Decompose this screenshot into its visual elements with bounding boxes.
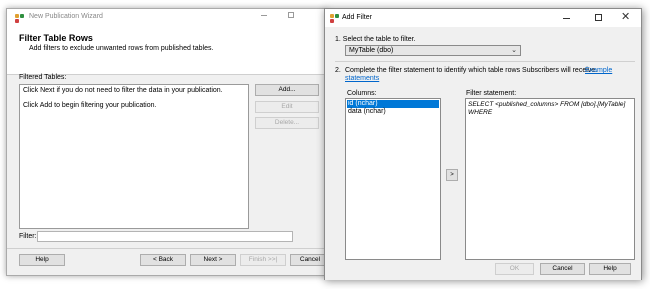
- step2-number: 2.: [335, 67, 341, 74]
- filter-statement-editor[interactable]: SELECT <published_columns> FROM [dbo].[M…: [465, 98, 635, 260]
- close-icon[interactable]: ✕: [621, 11, 630, 23]
- minimize-icon[interactable]: [261, 15, 267, 16]
- step-divider: [335, 61, 635, 62]
- wizard-title: New Publication Wizard: [29, 13, 103, 20]
- minimize-icon[interactable]: [563, 18, 570, 19]
- filtered-tables-hint: Click Next if you do not need to filter …: [23, 87, 223, 94]
- page-title: Filter Table Rows: [19, 33, 93, 43]
- filtered-tables-list[interactable]: Click Next if you do not need to filter …: [19, 84, 249, 229]
- column-item-data[interactable]: data (nchar): [347, 108, 439, 116]
- table-select[interactable]: MyTable (dbo) ⌄: [345, 45, 521, 56]
- back-button[interactable]: < Back: [140, 254, 186, 266]
- next-button[interactable]: Next >: [190, 254, 236, 266]
- example-statements-link[interactable]: statements: [345, 75, 379, 82]
- wizard-cancel-button[interactable]: Cancel: [290, 254, 327, 266]
- column-item-id[interactable]: id (nchar): [347, 100, 439, 108]
- finish-button[interactable]: Finish >>|: [240, 254, 286, 266]
- footer-divider: [7, 248, 327, 249]
- statement-line: WHERE: [468, 109, 493, 116]
- dialog-cancel-button[interactable]: Cancel: [540, 263, 585, 275]
- maximize-icon[interactable]: [595, 14, 602, 21]
- maximize-icon[interactable]: [288, 12, 294, 18]
- dialog-title: Add Filter: [342, 14, 372, 21]
- step2-label: Complete the filter statement to identif…: [345, 67, 598, 74]
- step1-label: 1. Select the table to filter.: [335, 36, 416, 43]
- filter-label: Filter:: [19, 233, 37, 240]
- filtered-tables-hint: Click Add to begin filtering your public…: [23, 102, 157, 109]
- columns-label: Columns:: [347, 90, 377, 97]
- ok-button[interactable]: OK: [495, 263, 534, 275]
- filter-field[interactable]: [37, 231, 293, 242]
- edit-filter-button[interactable]: Edit: [255, 101, 319, 113]
- wizard-titlebar: New Publication Wizard: [7, 9, 327, 27]
- dialog-help-button[interactable]: Help: [589, 263, 631, 275]
- delete-filter-button[interactable]: Delete...: [255, 117, 319, 129]
- app-icon: [15, 14, 24, 23]
- chevron-down-icon: ⌄: [511, 47, 517, 54]
- add-filter-dialog: Add Filter ✕ 1. Select the table to filt…: [324, 8, 642, 280]
- filtered-tables-label: Filtered Tables:: [19, 74, 67, 81]
- table-select-value: MyTable (dbo): [349, 47, 394, 54]
- page-subtitle: Add filters to exclude unwanted rows fro…: [29, 45, 214, 52]
- new-publication-wizard-window: New Publication Wizard Filter Table Rows…: [6, 8, 328, 276]
- add-filter-button[interactable]: Add...: [255, 84, 319, 96]
- dialog-titlebar: Add Filter ✕: [325, 9, 641, 27]
- app-icon: [330, 14, 339, 23]
- example-statements-link[interactable]: Example: [585, 67, 612, 74]
- insert-column-button[interactable]: >: [446, 169, 458, 181]
- filter-statement-label: Filter statement:: [466, 90, 517, 97]
- statement-line: SELECT <published_columns> FROM [dbo].[M…: [468, 101, 626, 108]
- columns-list[interactable]: id (nchar) data (nchar): [345, 98, 441, 260]
- help-button[interactable]: Help: [19, 254, 65, 266]
- wizard-header: Filter Table Rows Add filters to exclude…: [7, 27, 327, 75]
